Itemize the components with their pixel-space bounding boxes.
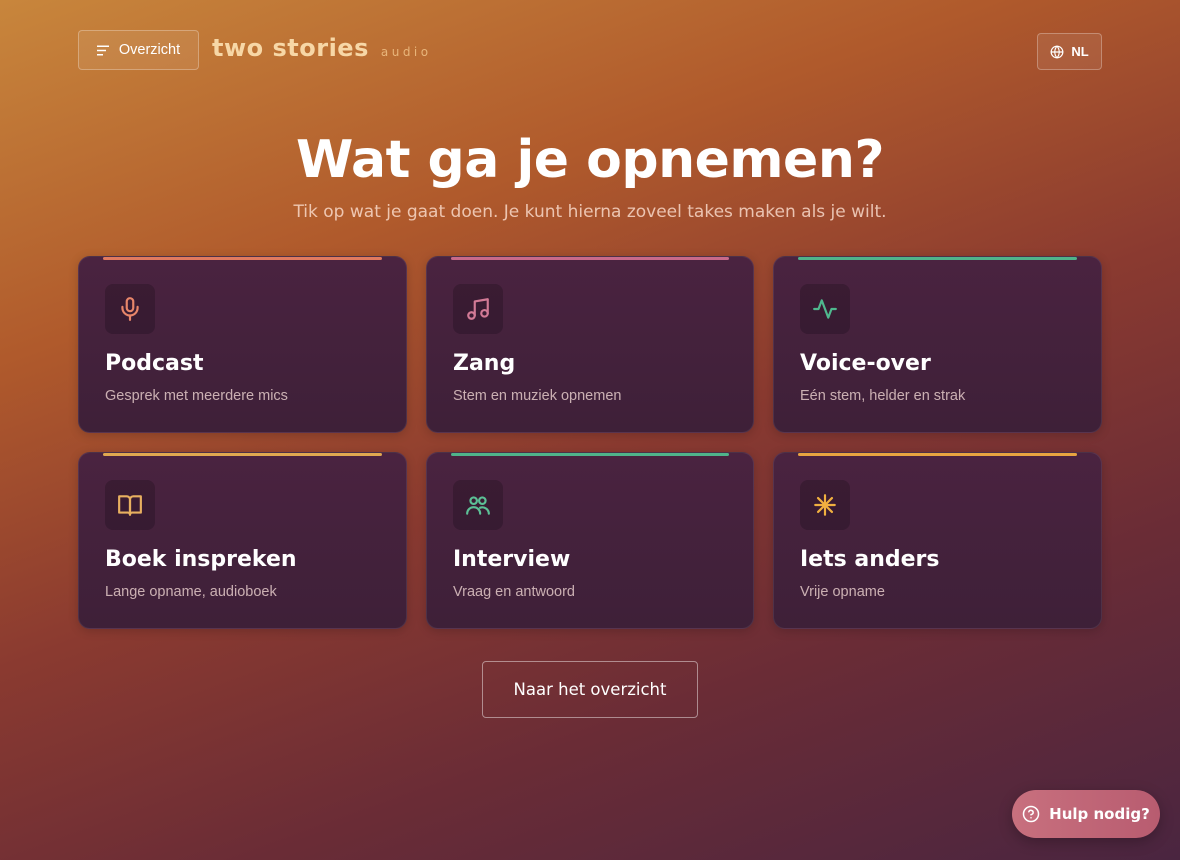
overview-button[interactable]: Naar het overzicht [482, 661, 698, 718]
card-description: Eén stem, helder en strak [800, 388, 966, 404]
page-subtitle: Tik op wat je gaat doen. Je kunt hierna … [293, 202, 887, 222]
card-podcast[interactable]: Podcast Gesprek met meerdere mics [78, 256, 407, 433]
menu-icon [96, 45, 109, 55]
card-description: Vrije opname [800, 584, 885, 600]
card-accent-bar [103, 257, 382, 260]
language-label: NL [1071, 44, 1089, 59]
card-zang[interactable]: Zang Stem en muziek opnemen [426, 256, 754, 433]
card-voice-over[interactable]: Voice-over Eén stem, helder en strak [773, 256, 1102, 433]
page-title: Wat ga je opnemen? [295, 130, 885, 190]
card-accent-bar [451, 257, 729, 260]
card-icon-box [800, 480, 850, 530]
card-accent-bar [798, 453, 1077, 456]
book-icon [118, 495, 142, 516]
music-note-icon [467, 298, 489, 320]
logo-subtitle: audio [380, 45, 432, 59]
waveform-icon [813, 299, 837, 319]
card-title: Interview [453, 547, 571, 572]
card-icon-box [105, 480, 155, 530]
logo-wordmark: two stories [212, 34, 369, 62]
globe-icon [1050, 45, 1064, 58]
logo: two stories audio [212, 34, 432, 62]
overview-menu-button[interactable]: Overzicht [78, 30, 199, 70]
top-bar: Overzicht two stories audio NL [78, 30, 1102, 72]
help-button[interactable]: Hulp nodig? [1012, 790, 1160, 838]
card-icon-box [105, 284, 155, 334]
card-accent-bar [103, 453, 382, 456]
help-label: Hulp nodig? [1049, 805, 1150, 823]
asterisk-icon [814, 494, 836, 516]
microphone-icon [121, 297, 139, 321]
card-iets-anders[interactable]: Iets anders Vrije opname [773, 452, 1102, 629]
card-accent-bar [798, 257, 1077, 260]
card-title: Boek inspreken [105, 547, 297, 572]
card-title: Iets anders [800, 547, 940, 572]
card-title: Voice-over [800, 351, 931, 376]
card-accent-bar [451, 453, 729, 456]
help-circle-icon [1022, 805, 1040, 823]
overview-menu-label: Overzicht [118, 42, 181, 58]
card-icon-box [453, 480, 503, 530]
card-boek-inspreken[interactable]: Boek inspreken Lange opname, audioboek [78, 452, 407, 629]
card-title: Podcast [105, 351, 204, 376]
card-icon-box [453, 284, 503, 334]
card-description: Stem en muziek opnemen [453, 388, 622, 404]
users-icon [466, 496, 490, 515]
card-title: Zang [453, 351, 516, 376]
card-interview[interactable]: Interview Vraag en antwoord [426, 452, 754, 629]
card-description: Vraag en antwoord [453, 584, 575, 600]
recording-type-grid: Podcast Gesprek met meerdere mics Zang S… [78, 256, 1102, 629]
card-description: Gesprek met meerdere mics [105, 388, 288, 404]
card-icon-box [800, 284, 850, 334]
language-button[interactable]: NL [1037, 33, 1102, 70]
card-description: Lange opname, audioboek [105, 584, 277, 600]
